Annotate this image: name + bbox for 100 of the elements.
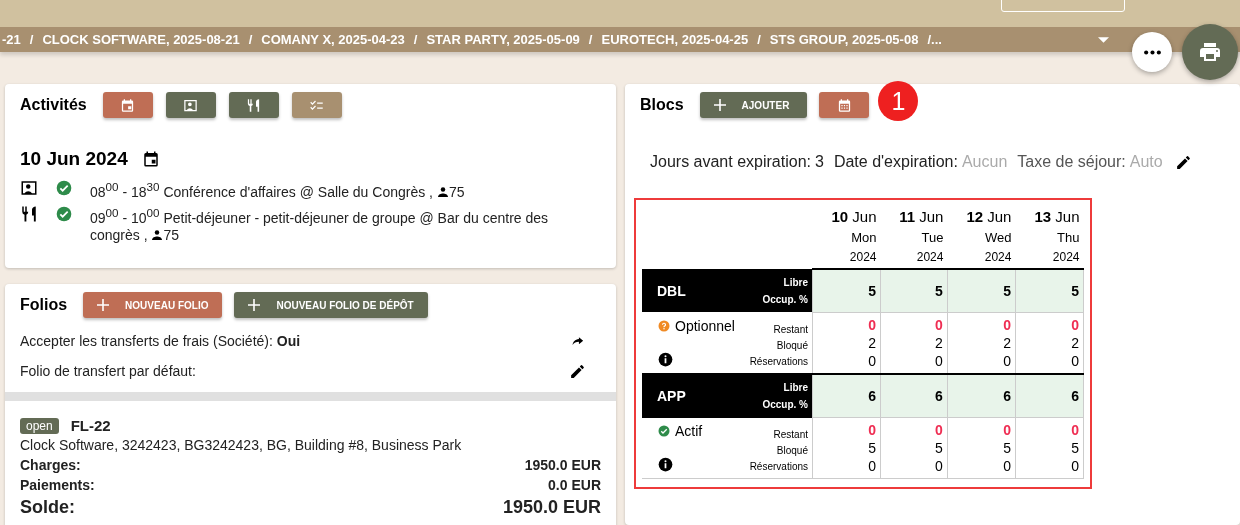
table-cell-text: 0 [1070,457,1079,475]
table-cell: 5 [812,269,881,312]
block-status: Actif [675,423,703,440]
info-label: Jours avant expiration: [650,153,811,171]
breadcrumb-separator: / [29,32,34,47]
amount-label: Charges: [20,457,81,473]
card-title: Activités [20,96,87,114]
room-type: APP [657,388,686,404]
info-label: Date d'expiration: [833,153,958,171]
table-cell: 6 [1015,373,1084,418]
more-button[interactable] [1132,32,1172,72]
weekday: Thu [1056,230,1080,245]
table-cell-text: 5 [1002,439,1011,457]
conference-icon [183,97,199,113]
row-label: Libre [783,276,808,288]
caret-icon[interactable] [1098,36,1109,43]
table-cell: 6 [812,373,881,418]
table-cell-text: 0 [1002,457,1011,475]
activity-filter-button[interactable] [102,92,153,118]
card-title: Folios [20,296,68,314]
table-cell-text: 0 [934,351,943,370]
breadcrumb-separator: / [588,32,593,47]
table-cell-text: 2 [1070,333,1079,352]
table-cell-text: 0 [1002,421,1011,439]
amount-label: Solde: [20,497,75,518]
add-button[interactable]: AJOUTER [699,92,808,118]
count-badge: 1 [878,81,919,121]
breadcrumb-separator: / [413,32,418,47]
amount-value: 0.0 EUR [548,477,601,493]
room-type: DBL [657,282,686,299]
table-cell-text: 0 [867,421,877,439]
year: 2024 [983,250,1012,264]
year: 2024 [1051,250,1080,264]
edit-icon[interactable] [1174,153,1192,171]
table-cell-text: 0 [934,315,943,334]
plus-icon [248,299,261,311]
activity-filter-button[interactable] [165,92,216,118]
table-cell-text: 2 [867,333,877,352]
edit-icon[interactable] [569,362,586,380]
block-status: Optionnel [675,317,735,334]
table-cell-text: 5 [1070,439,1079,457]
row-label: Occup. % [762,399,808,410]
breadcrumb-link[interactable]: STAR PARTY, 2025-05-09 [426,32,580,47]
table-cell-text: 0 [1002,351,1011,370]
table-cell-text: 0 [867,351,877,370]
date-heading: 13 Jun [1033,208,1080,225]
conference-icon [20,179,38,197]
status-badge: open [20,417,59,434]
table-cell-text: 0 [867,315,877,334]
row-label: Bloqué [776,339,808,351]
breadcrumb-separator: / [248,32,253,47]
table-cell-text: 0 [1070,315,1079,334]
more-icon [1142,49,1162,55]
breadcrumb-link[interactable]: -21 [2,32,21,47]
folio-address: Clock Software, 3242423, BG3242423, BG, Building #8, Business Park [20,437,463,453]
amount-value: 1950.0 EUR [502,497,601,518]
table-cell: 5 [1015,269,1084,312]
date-heading: 10 Jun [830,208,877,225]
row-label: Réservations [749,461,808,473]
amount-value: 1950.0 EUR [524,457,601,473]
info-value: 3 [815,153,824,171]
plus-icon [97,299,110,311]
guest-count: 75 [448,183,465,200]
print-icon [1198,40,1222,64]
info-value: Auto [1129,153,1163,171]
info-icon[interactable] [658,351,673,367]
new-folio-button[interactable]: NOUVEAU FOLIO DE DÉPÔT [234,292,428,318]
breadcrumb-link[interactable]: EUROTECH, 2025-04-25 [601,32,749,47]
calendar-icon [836,97,852,113]
breadcrumb-overflow: /... [927,32,942,47]
breadcrumb-separator: / [757,32,761,47]
new-folio-button[interactable]: NOUVEAU FOLIO [83,292,223,318]
table-cell-text: 0 [1070,421,1079,439]
weekday: Tue [920,230,944,245]
person-icon [436,185,449,198]
plus-icon [713,99,726,111]
amount-label: Paiements: [20,477,95,493]
weekday: Wed [983,230,1012,245]
activity-filter-button[interactable] [228,92,279,118]
date-heading: 11 Jun [898,208,944,225]
table-cell-text: 0 [934,421,943,439]
info-icon[interactable] [658,457,673,473]
year: 2024 [848,250,877,264]
card-title: Blocs [640,96,684,114]
table-cell: 5 [947,269,1016,312]
table-cell: 6 [947,373,1016,418]
print-button[interactable] [1182,24,1238,80]
row-label: Restant [773,323,808,335]
meal-icon [246,97,262,113]
info-value: Aucun [961,153,1008,171]
info-label: Taxe de séjour: [1017,153,1126,171]
calendar-button[interactable] [819,92,870,118]
breadcrumb-link[interactable]: COMANY X, 2025-04-23 [261,32,405,47]
breadcrumb-link[interactable]: STS GROUP, 2025-05-08 [769,32,919,47]
breadcrumb-link[interactable]: CLOCK SOFTWARE, 2025-08-21 [42,32,240,47]
person-icon [151,229,164,242]
folio-number: FL-22 [70,417,111,434]
activity-text: 09$^{00}$ - 10$^{00}$ Petit-déjeuner - petit-déjeuner de groupe @ Bar du centre des congrès , 75 [90,204,550,245]
meal-icon [20,204,38,223]
row-label: Réservations [749,355,808,367]
